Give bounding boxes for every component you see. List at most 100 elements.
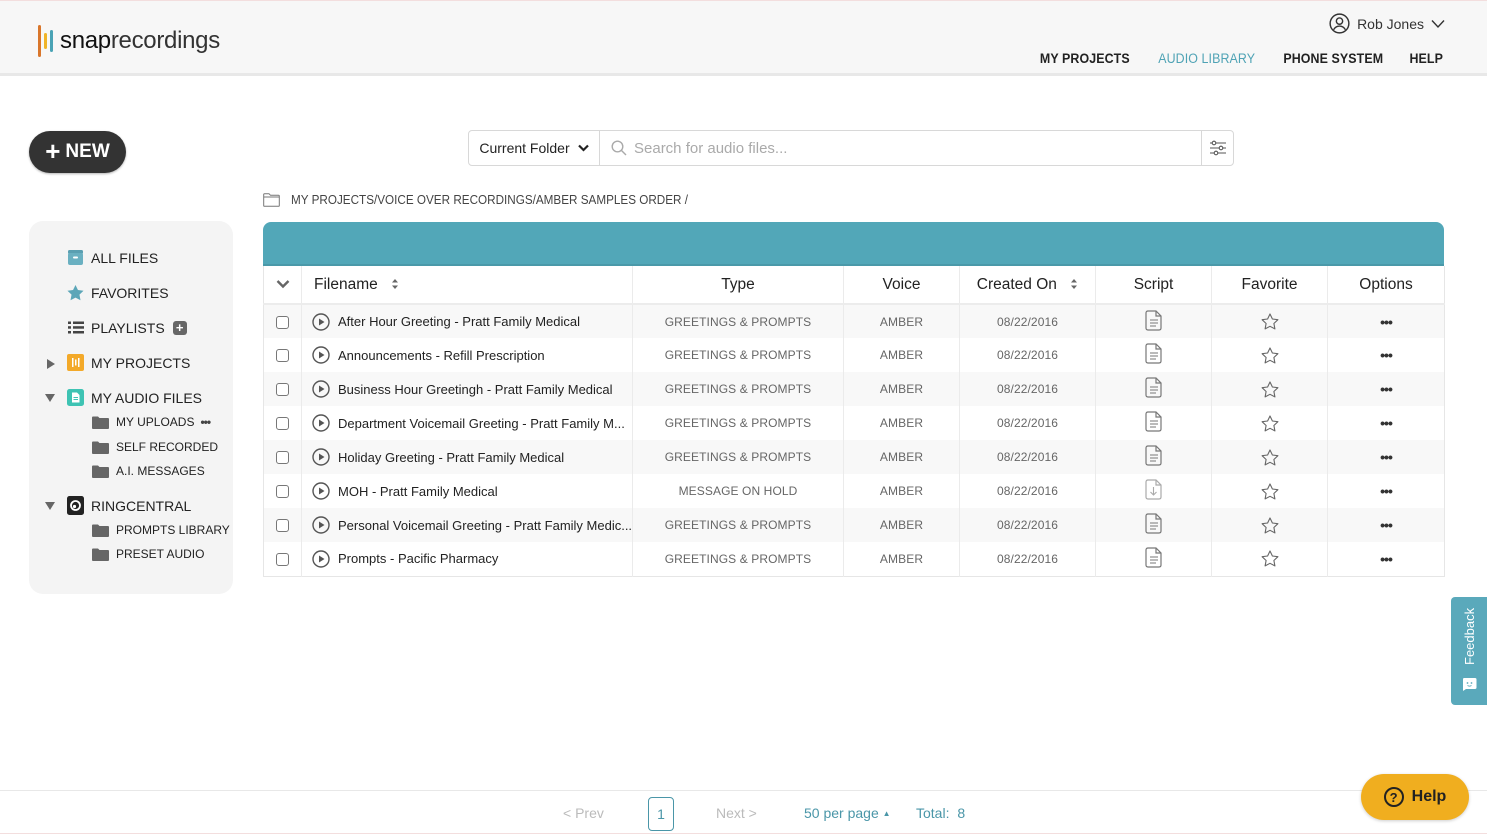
add-playlist-icon[interactable]: + <box>172 320 187 335</box>
row-checkbox[interactable] <box>276 552 289 566</box>
more-options-icon[interactable]: ••• <box>1380 347 1393 363</box>
play-icon[interactable] <box>312 550 330 568</box>
more-options-icon[interactable]: ••• <box>1380 517 1393 533</box>
star-outline-icon[interactable] <box>1261 550 1279 567</box>
sidebar-item-favorites[interactable]: FAVORITES <box>67 284 169 301</box>
sidebar-item-ringcentral[interactable]: RINGCENTRAL <box>67 496 191 515</box>
per-page-dropdown[interactable]: 50 per page ▲ <box>804 805 891 821</box>
created-on: 08/22/2016 <box>959 304 1096 338</box>
star-outline-icon[interactable] <box>1261 448 1279 466</box>
star-outline-icon[interactable] <box>1261 482 1279 500</box>
search-scope-dropdown[interactable]: Current Folder <box>469 131 600 165</box>
favorite-cell <box>1211 304 1328 338</box>
sidebar-folder-my-uploads[interactable]: MY UPLOADS ••• <box>92 415 211 429</box>
table-row[interactable]: Prompts - Pacific Pharmacy GREETINGS & P… <box>263 542 1445 576</box>
play-icon[interactable] <box>312 346 330 364</box>
play-icon[interactable] <box>312 414 330 432</box>
row-checkbox[interactable] <box>276 485 289 499</box>
filename[interactable]: After Hour Greeting - Pratt Family Medic… <box>338 314 580 329</box>
created-on: 08/22/2016 <box>959 406 1096 440</box>
row-checkbox[interactable] <box>276 519 289 533</box>
star-outline-icon[interactable] <box>1261 346 1279 364</box>
filename[interactable]: Holiday Greeting - Pratt Family Medical <box>338 450 564 465</box>
document-icon[interactable] <box>1144 411 1163 435</box>
table-row[interactable]: MOH - Pratt Family Medical MESSAGE ON HO… <box>263 474 1445 508</box>
nav-help[interactable]: HELP <box>1409 51 1442 66</box>
nav-my-projects[interactable]: MY PROJECTS <box>1040 51 1130 66</box>
document-icon[interactable] <box>1144 309 1163 334</box>
sidebar-folder-preset-audio[interactable]: PRESET AUDIO <box>92 547 204 561</box>
star-outline-icon[interactable] <box>1261 380 1279 398</box>
more-options-icon[interactable]: ••• <box>1380 449 1393 465</box>
nav-audio-library[interactable]: AUDIO LIBRARY <box>1158 51 1255 66</box>
filename[interactable]: Prompts - Pacific Pharmacy <box>338 551 498 566</box>
table-row[interactable]: Holiday Greeting - Pratt Family Medical … <box>263 440 1445 474</box>
row-checkbox[interactable] <box>276 383 289 397</box>
filename[interactable]: Personal Voicemail Greeting - Pratt Fami… <box>338 518 632 533</box>
play-icon[interactable] <box>312 482 330 500</box>
sidebar-item-my-projects[interactable]: MY PROJECTS <box>67 354 190 371</box>
collapse-arrow-icon[interactable] <box>45 394 55 402</box>
filename[interactable]: Announcements - Refill Prescription <box>338 348 545 363</box>
more-options-icon[interactable]: ••• <box>1380 314 1393 330</box>
table-row[interactable]: After Hour Greeting - Pratt Family Medic… <box>263 304 1445 338</box>
collapse-arrow-icon[interactable] <box>45 502 55 510</box>
select-all-toggle[interactable] <box>263 266 302 305</box>
filename[interactable]: Business Hour Greetingh - Pratt Family M… <box>338 382 613 397</box>
column-header-created-on[interactable]: Created On <box>959 266 1096 305</box>
document-icon[interactable] <box>1144 377 1163 401</box>
sidebar-folder-prompts-library[interactable]: PROMPTS LIBRARY <box>92 523 230 537</box>
sidebar-item-my-audio-files[interactable]: MY AUDIO FILES <box>67 389 202 406</box>
play-icon[interactable] <box>312 448 330 466</box>
document-icon[interactable] <box>1144 513 1163 537</box>
download-document-icon[interactable] <box>1144 479 1163 503</box>
main-nav: MY PROJECTS AUDIO LIBRARY PHONE SYSTEM H… <box>1036 51 1444 66</box>
new-button[interactable]: + NEW <box>29 131 126 173</box>
expand-arrow-icon[interactable] <box>47 359 55 369</box>
search-input[interactable] <box>634 139 1201 157</box>
sidebar-folder-ai-messages[interactable]: A.I. MESSAGES <box>92 464 205 478</box>
star-outline-icon[interactable] <box>1261 313 1279 330</box>
row-checkbox[interactable] <box>276 417 289 431</box>
logo[interactable]: snaprecordings <box>38 25 220 57</box>
more-options-icon[interactable]: ••• <box>1380 415 1393 431</box>
filename[interactable]: Department Voicemail Greeting - Pratt Fa… <box>338 416 625 431</box>
row-checkbox[interactable] <box>276 315 289 329</box>
filename[interactable]: MOH - Pratt Family Medical <box>338 484 498 499</box>
next-page-button[interactable]: Next > <box>716 805 757 821</box>
column-header-filename[interactable]: Filename <box>301 266 633 305</box>
play-icon[interactable] <box>312 312 330 331</box>
filter-button[interactable] <box>1201 131 1233 165</box>
table-row[interactable]: Department Voicemail Greeting - Pratt Fa… <box>263 406 1445 440</box>
page-number-current[interactable]: 1 <box>648 797 674 831</box>
row-checkbox[interactable] <box>276 451 289 465</box>
table-row[interactable]: Business Hour Greetingh - Pratt Family M… <box>263 372 1445 406</box>
star-outline-icon[interactable] <box>1261 516 1279 534</box>
table-row[interactable]: Announcements - Refill Prescription GREE… <box>263 338 1445 372</box>
feedback-tab[interactable]: Feedback <box>1451 597 1487 705</box>
created-on: 08/22/2016 <box>959 372 1096 406</box>
star-outline-icon[interactable] <box>1261 414 1279 432</box>
play-icon[interactable] <box>312 380 330 398</box>
prev-page-button[interactable]: < Prev <box>563 805 604 821</box>
help-button[interactable]: ? Help <box>1361 774 1469 820</box>
sidebar-item-playlists[interactable]: PLAYLISTS + <box>67 319 187 336</box>
more-options-icon[interactable]: ••• <box>200 415 211 429</box>
breadcrumb-path[interactable]: MY PROJECTS/VOICE OVER RECORDINGS/AMBER … <box>291 192 688 207</box>
sidebar-folder-self-recorded[interactable]: SELF RECORDED <box>92 440 218 454</box>
table-toolbar <box>263 222 1444 266</box>
document-icon[interactable] <box>1144 547 1163 571</box>
more-options-icon[interactable]: ••• <box>1380 551 1393 567</box>
document-icon[interactable] <box>1144 343 1163 367</box>
row-checkbox[interactable] <box>276 349 289 363</box>
document-icon[interactable] <box>1144 445 1163 469</box>
sidebar-item-all-files[interactable]: ALL FILES <box>67 249 158 266</box>
user-menu[interactable]: Rob Jones <box>1329 13 1445 34</box>
created-on: 08/22/2016 <box>959 508 1096 542</box>
play-icon[interactable] <box>312 516 330 534</box>
table-row[interactable]: Personal Voicemail Greeting - Pratt Fami… <box>263 508 1445 542</box>
more-options-icon[interactable]: ••• <box>1380 381 1393 397</box>
options-cell: ••• <box>1327 508 1445 542</box>
nav-phone-system[interactable]: PHONE SYSTEM <box>1283 51 1383 66</box>
more-options-icon[interactable]: ••• <box>1380 483 1393 499</box>
